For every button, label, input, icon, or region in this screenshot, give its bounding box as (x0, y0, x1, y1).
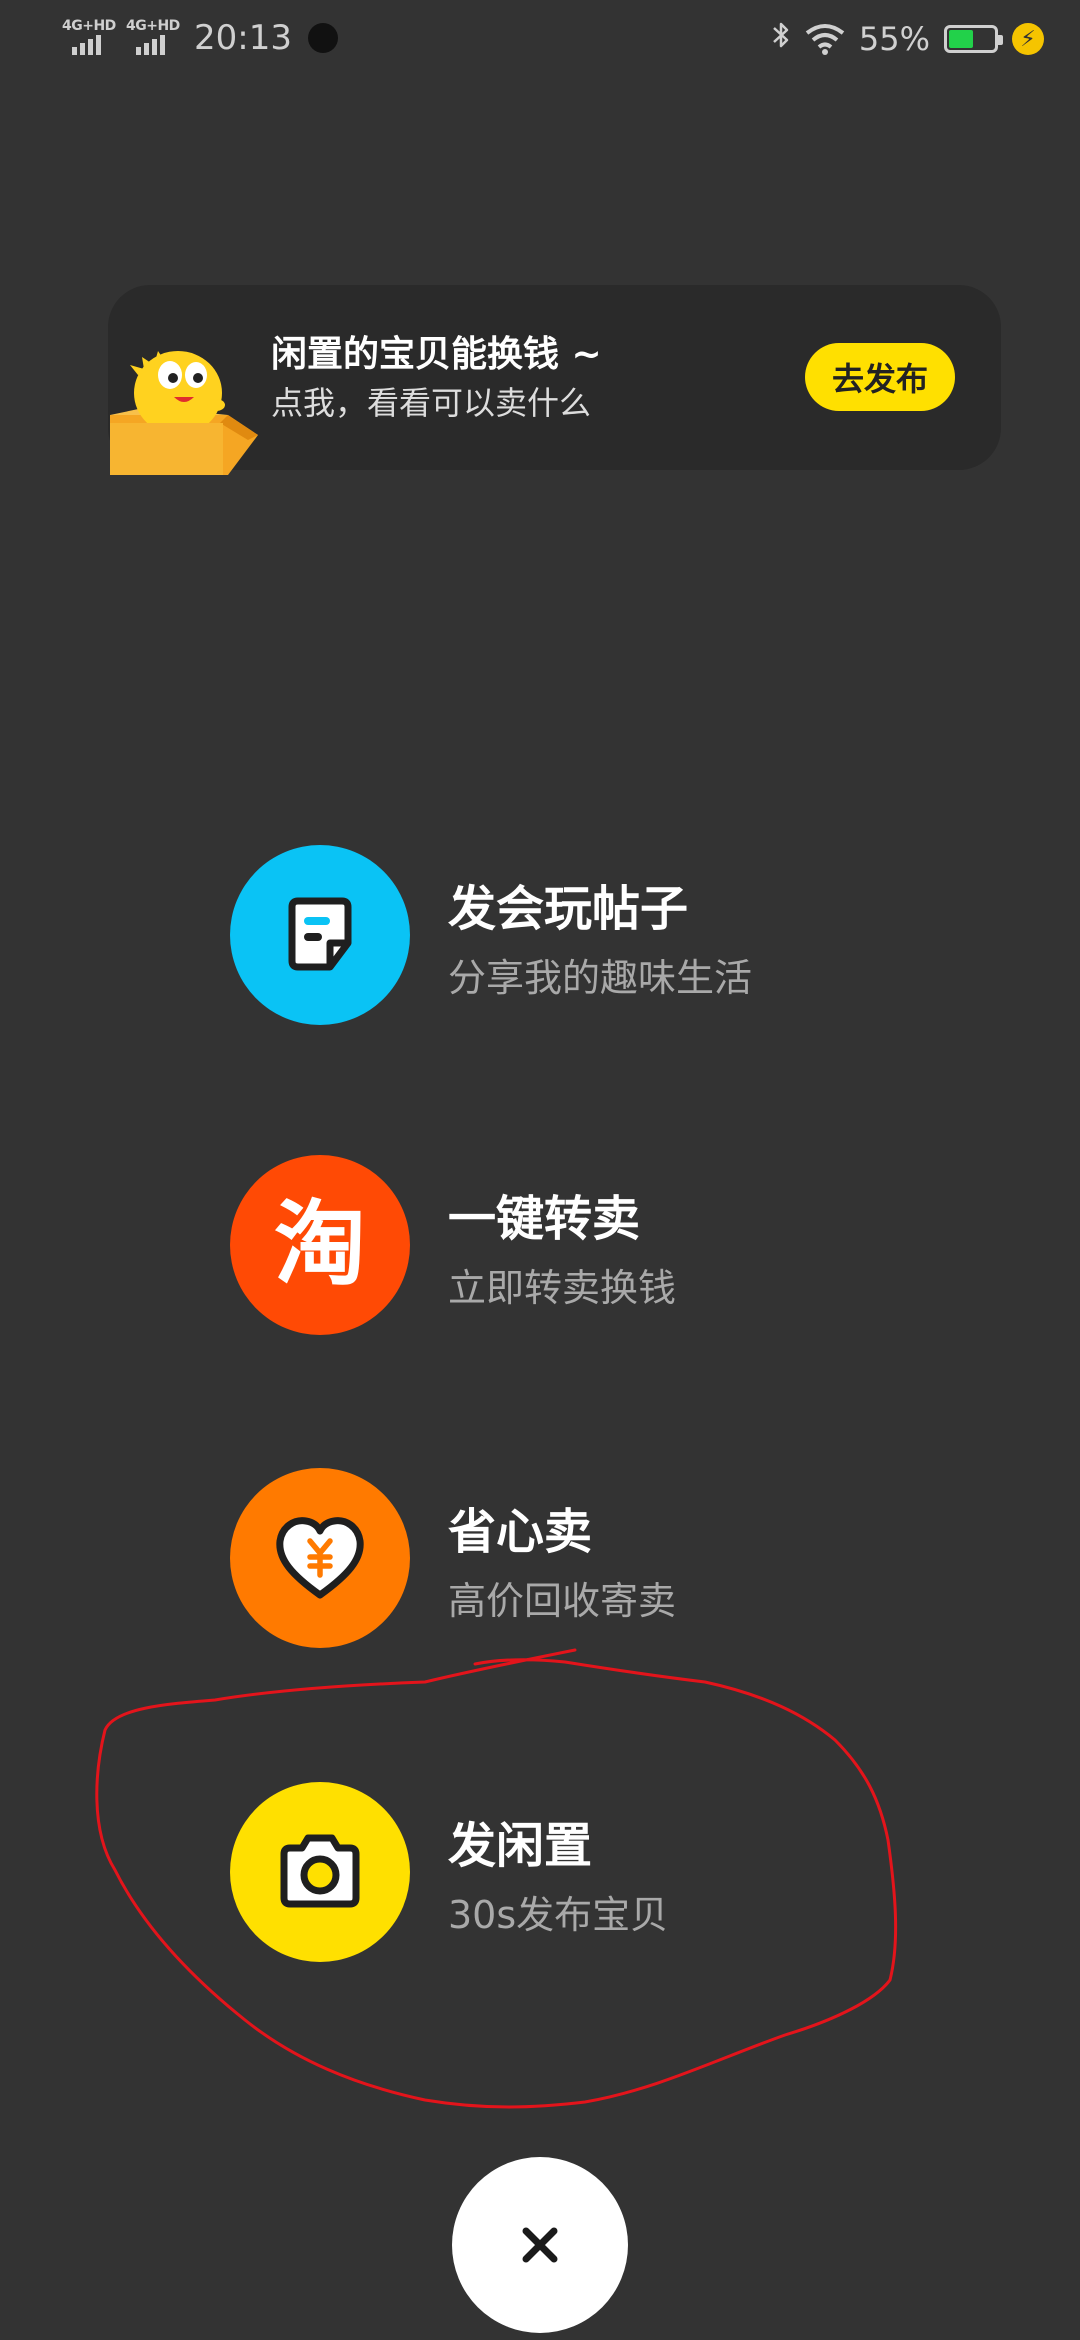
action-post[interactable]: 发会玩帖子 分享我的趣味生活 (230, 845, 930, 1025)
red-circle-annotation (95, 1648, 898, 2109)
taobao-icon: 淘 (273, 1191, 366, 1298)
action-title: 一键转卖 (448, 1191, 641, 1247)
mascot-icon (110, 351, 258, 475)
action-resell[interactable]: 淘 一键转卖 立即转卖换钱 (230, 1155, 930, 1335)
promo-title: 闲置的宝贝能换钱 ~ (271, 334, 602, 375)
bluetooth-icon (771, 20, 791, 58)
status-time: 20:13 (194, 18, 292, 58)
action-subtitle: 立即转卖换钱 (448, 1266, 677, 1310)
heart-yen-icon-circle[interactable] (230, 1468, 410, 1648)
promo-subtitle: 点我，看看可以卖什么 (271, 384, 592, 422)
network-type-label: 4G+HD (62, 18, 116, 34)
network-type-label: 4G+HD (126, 18, 180, 34)
close-button[interactable] (452, 2157, 628, 2333)
wifi-icon (805, 24, 845, 55)
post-icon (288, 897, 352, 971)
status-left: 4G+HD 4G+HD 20:13 (62, 18, 338, 58)
charging-icon: ⚡ (1012, 23, 1044, 55)
action-title: 发会玩帖子 (448, 881, 689, 937)
publish-button[interactable]: 去发布 (805, 343, 955, 411)
cellular-signal-icon: 4G+HD (62, 18, 116, 57)
notification-icon (307, 23, 338, 53)
status-bar: 4G+HD 4G+HD 20:13 55% ⚡ (0, 0, 1080, 90)
status-right: 55% ⚡ (771, 20, 1044, 58)
close-icon (522, 2227, 558, 2263)
battery-icon (944, 25, 1003, 53)
post-icon-circle[interactable] (230, 845, 410, 1025)
cellular-signal-icon: 4G+HD (126, 18, 180, 57)
battery-percent: 55% (858, 20, 930, 58)
taobao-icon-circle[interactable]: 淘 (230, 1155, 410, 1335)
promo-banner[interactable]: 闲置的宝贝能换钱 ~ 点我，看看可以卖什么 去发布 (108, 285, 1001, 475)
action-worry-free-sell[interactable]: 省心卖 高价回收寄卖 (230, 1468, 930, 1648)
action-subtitle: 分享我的趣味生活 (448, 956, 753, 1000)
action-title: 省心卖 (448, 1504, 593, 1560)
action-subtitle: 高价回收寄卖 (448, 1579, 677, 1623)
heart-yen-icon (276, 1517, 364, 1599)
